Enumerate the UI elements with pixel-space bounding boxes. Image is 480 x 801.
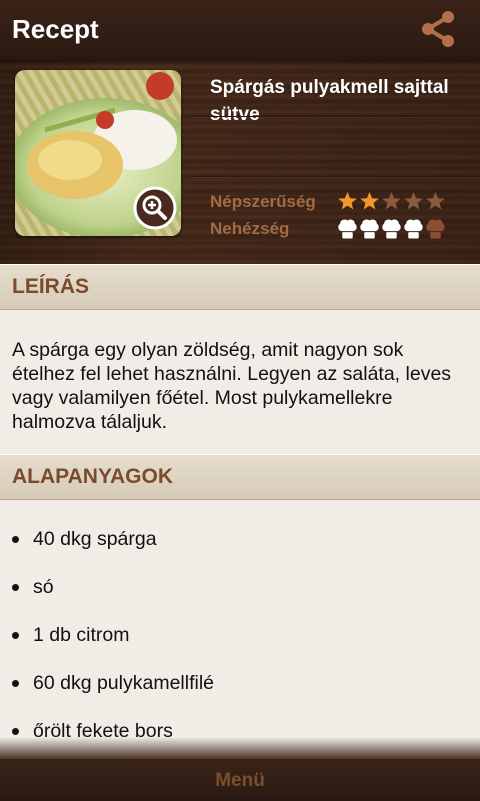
difficulty-rating [337,217,446,241]
app-bar: Recept [0,0,480,60]
recipe-header: Spárgás pulyakmell sajttal sütve Népszer… [0,60,480,264]
app-title: Recept [12,14,99,44]
chef-hat-icon [382,219,401,239]
chef-hat-icon [338,219,357,239]
share-icon [422,11,454,47]
list-item: só [12,576,452,599]
difficulty-label: Nehézség [210,219,290,238]
ingredient-text: 40 dkg spárga [33,528,157,550]
ingredient-text: só [33,576,54,598]
ingredient-text: 60 dkg pulykamellfilé [33,672,215,694]
bottom-menu-bar[interactable]: Menü [0,758,480,801]
bullet-icon [12,632,19,639]
list-item: 40 dkg spárga [12,528,452,551]
divider [190,116,480,117]
bullet-icon [12,536,19,543]
bullet-icon [12,728,19,735]
description-text: A spárga egy olyan zöldség, amit nagyon … [12,339,452,433]
chef-hat-icon [404,219,423,239]
chef-hat-icon [426,219,445,239]
ingredient-text: 1 db citrom [33,624,130,646]
popularity-label: Népszerűség [210,192,316,211]
star-icon [404,192,423,210]
zoom-icon[interactable] [133,186,177,230]
popularity-rating [337,191,446,211]
ingredients-header: ALAPANYAGOK [0,454,480,500]
star-icon [338,192,357,210]
description-heading: LEÍRÁS [12,275,90,298]
share-button[interactable] [416,8,460,50]
list-item: 1 db citrom [12,624,452,647]
chef-hat-icon [360,219,379,239]
ingredients-heading: ALAPANYAGOK [12,465,174,488]
divider [190,176,480,177]
bullet-icon [12,584,19,591]
bullet-icon [12,680,19,687]
recipe-title: Spárgás pulyakmell sajttal sütve [210,77,449,125]
menu-button[interactable]: Menü [0,770,480,792]
star-icon [426,192,445,210]
star-icon [360,192,379,210]
list-item: 60 dkg pulykamellfilé [12,672,452,695]
description-header: LEÍRÁS [0,264,480,310]
star-icon [382,192,401,210]
